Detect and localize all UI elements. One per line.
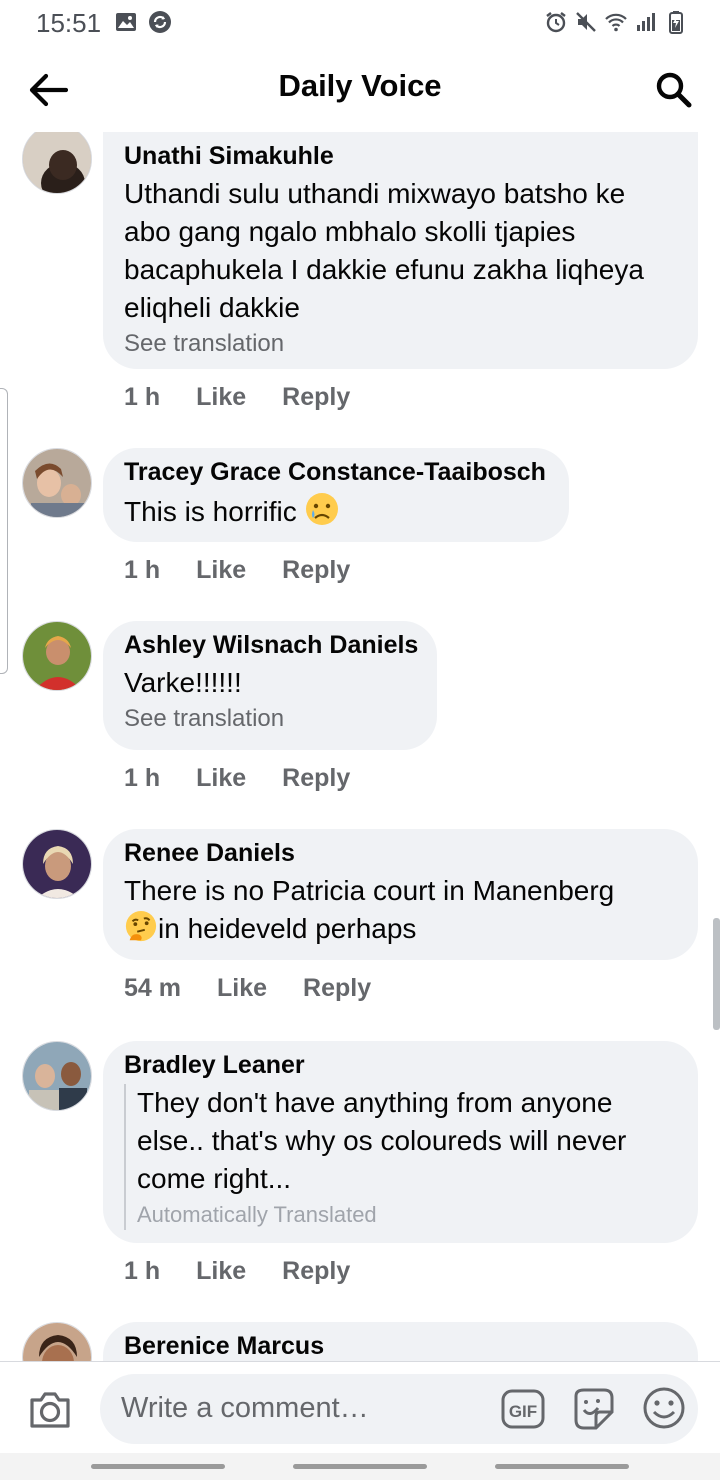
commenter-name[interactable]: Renee Daniels [124, 838, 677, 868]
comment-text: They don't have anything from anyone els… [137, 1087, 627, 1194]
see-translation-link[interactable]: See translation [124, 704, 416, 734]
nav-home-handle[interactable] [293, 1464, 427, 1469]
comment-time: 1 h [124, 764, 161, 792]
comment-text: in heideveld perhaps [158, 913, 417, 944]
comment-time: 1 h [124, 383, 161, 411]
comment-text-row: This is horrific [124, 491, 548, 531]
page-title: Daily Voice [278, 68, 442, 103]
comment-actions: 1 h Like Reply [124, 556, 386, 585]
avatar[interactable] [22, 132, 92, 194]
comment-text: This is horrific [124, 496, 297, 527]
sad-tear-emoji-icon [306, 493, 339, 525]
comment-time: 54 m [124, 974, 181, 1002]
comment-input-placeholder: Write a comment… [121, 1392, 369, 1424]
like-button[interactable]: Like [217, 974, 267, 1003]
like-button[interactable]: Like [196, 1257, 246, 1286]
commenter-name[interactable]: Tracey Grace Constance-Taaibosch [124, 457, 548, 487]
comment-time: 1 h [124, 556, 161, 584]
nav-back-handle[interactable] [495, 1464, 629, 1469]
battery-icon [669, 11, 683, 34]
comment-actions: 1 h Like Reply [124, 764, 386, 793]
comment-text-row: in heideveld perhaps [124, 910, 677, 948]
comment-text: There is no Patricia court in Manenberg [124, 875, 615, 906]
reply-button[interactable]: Reply [282, 764, 350, 793]
avatar[interactable] [22, 448, 92, 518]
comment-text: Uthandi sulu uthandi mixwayo batsho ke a… [124, 178, 644, 323]
comment-input[interactable]: Write a comment… GIF [100, 1374, 698, 1444]
reply-button[interactable]: Reply [303, 974, 371, 1003]
comment-bubble[interactable]: Bradley Leaner They don't have anything … [103, 1041, 698, 1243]
system-nav-bar [0, 1453, 720, 1480]
smiley-icon[interactable] [642, 1386, 686, 1430]
gif-icon[interactable]: GIF [501, 1388, 545, 1430]
comment-bubble[interactable]: Renee Daniels There is no Patricia court… [103, 829, 698, 960]
like-button[interactable]: Like [196, 556, 246, 585]
sync-icon [149, 11, 171, 33]
mute-icon [576, 12, 596, 32]
comment-bubble[interactable]: Unathi Simakuhle Uthandi sulu uthandi mi… [103, 132, 698, 369]
comment-bubble[interactable]: Ashley Wilsnach Daniels Varke!!!!!! See … [103, 621, 437, 750]
gif-label: GIF [509, 1402, 537, 1421]
sticker-icon[interactable] [570, 1386, 616, 1432]
reply-button[interactable]: Reply [282, 1257, 350, 1286]
search-button[interactable] [650, 66, 698, 114]
translated-quote: They don't have anything from anyone els… [124, 1084, 677, 1230]
commenter-name[interactable]: Berenice Marcus [124, 1331, 677, 1361]
comment-bubble[interactable]: Berenice Marcus [103, 1322, 698, 1361]
image-icon [116, 13, 136, 31]
avatar[interactable] [22, 829, 92, 899]
avatar[interactable] [22, 621, 92, 691]
signal-icon [637, 13, 655, 31]
nav-recents-handle[interactable] [91, 1464, 225, 1469]
app-header: Daily Voice [0, 48, 720, 132]
comment-composer: Write a comment… GIF [0, 1361, 720, 1453]
reply-button[interactable]: Reply [282, 556, 350, 585]
alarm-icon [546, 12, 566, 33]
status-time: 15:51 [36, 8, 102, 38]
comment-time: 1 h [124, 1257, 161, 1285]
comment-text: Varke!!!!!! [124, 667, 242, 698]
like-button[interactable]: Like [196, 764, 246, 793]
search-icon [656, 72, 692, 108]
avatar[interactable] [22, 1322, 92, 1361]
comments-list[interactable]: Unathi Simakuhle Uthandi sulu uthandi mi… [0, 132, 720, 1361]
like-button[interactable]: Like [196, 383, 246, 412]
avatar[interactable] [22, 1041, 92, 1111]
comment-actions: 1 h Like Reply [124, 1257, 386, 1286]
thinking-emoji-icon [125, 910, 157, 942]
edge-panel-handle[interactable] [0, 388, 8, 674]
comment-text-block: There is no Patricia court in Manenberg … [124, 872, 677, 948]
comment-actions: 54 m Like Reply [124, 974, 407, 1003]
reply-button[interactable]: Reply [282, 383, 350, 412]
camera-icon[interactable] [26, 1386, 74, 1434]
commenter-name[interactable]: Unathi Simakuhle [124, 141, 677, 171]
commenter-name[interactable]: Ashley Wilsnach Daniels [124, 630, 418, 660]
status-bar: 15:51 [0, 0, 720, 48]
commenter-name[interactable]: Bradley Leaner [124, 1050, 677, 1080]
comment-bubble[interactable]: Tracey Grace Constance-Taaibosch This is… [103, 448, 569, 542]
auto-translated-label: Automatically Translated [137, 1202, 377, 1227]
comment-actions: 1 h Like Reply [124, 383, 386, 412]
wifi-icon [605, 13, 627, 32]
see-translation-link[interactable]: See translation [124, 329, 677, 359]
scrollbar-thumb[interactable] [713, 918, 720, 1030]
